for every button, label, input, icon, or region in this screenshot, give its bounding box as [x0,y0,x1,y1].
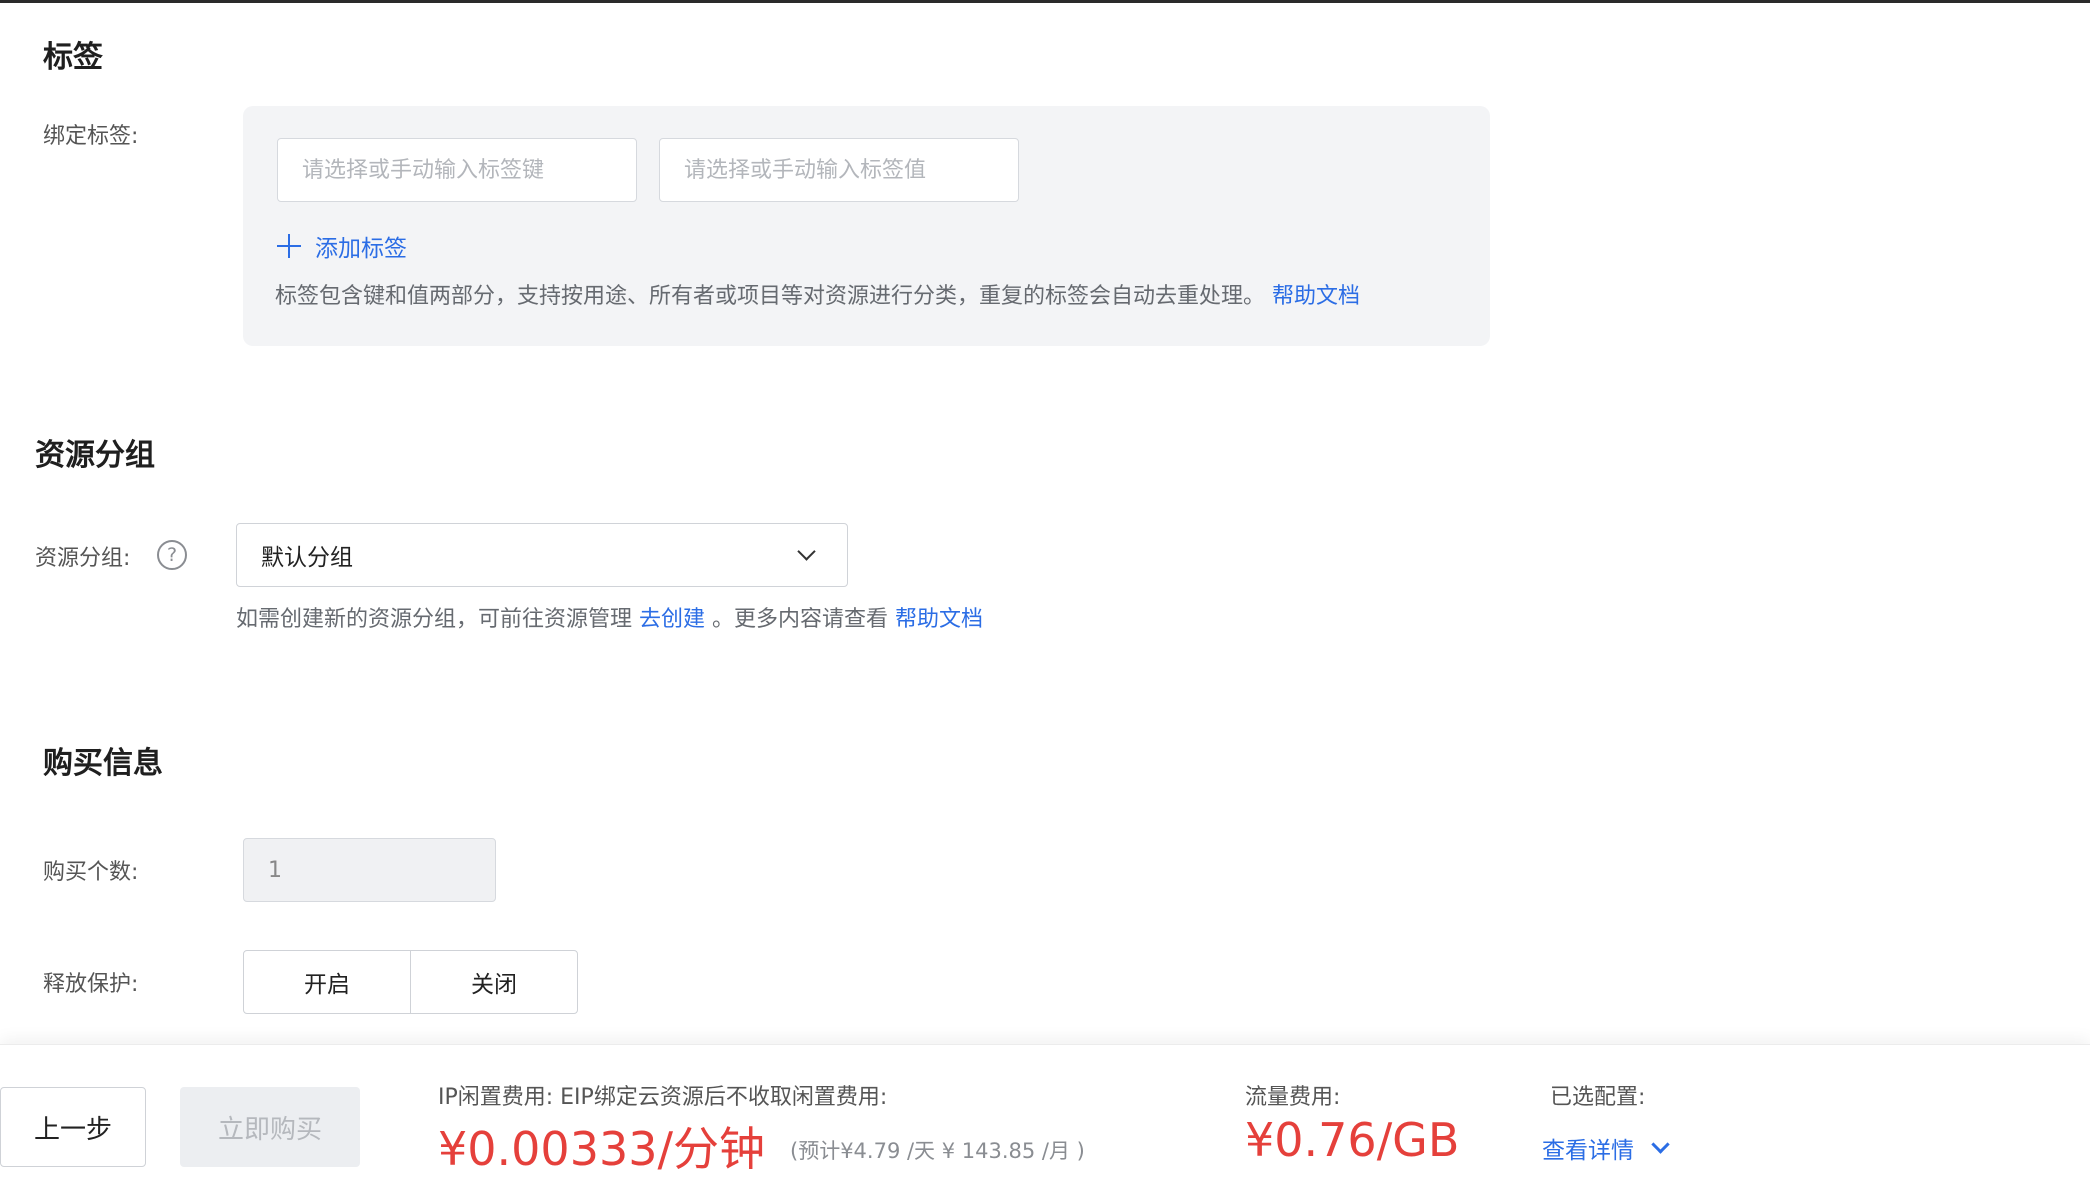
resource-group-section-title: 资源分组 [35,438,155,473]
release-protection-on-button[interactable]: 开启 [244,951,410,1013]
traffic-fee-price: ¥0.76/GB [1245,1113,1460,1167]
release-protection-label: 释放保护: [43,972,139,997]
quantity-label: 购买个数: [43,860,139,885]
chevron-down-icon [797,541,816,561]
add-tag-label: 添加标签 [315,236,407,262]
idle-fee-price: ¥0.00333/分钟 [438,1122,765,1176]
buy-now-button[interactable]: 立即购买 [180,1087,360,1167]
purchase-config-page: 标签 绑定标签: 添加标签 标签包含键和值两部分，支持按用途、所有者或项目等对资… [0,0,2090,1202]
tag-editor-panel: 添加标签 标签包含键和值两部分，支持按用途、所有者或项目等对资源进行分类，重复的… [243,106,1490,346]
release-protection-toggle: 开启 关闭 [243,950,578,1014]
tag-description-text: 标签包含键和值两部分，支持按用途、所有者或项目等对资源进行分类，重复的标签会自动… [275,284,1266,309]
add-tag-button[interactable]: 添加标签 [277,226,407,266]
resource-group-select[interactable]: 默认分组 [236,523,848,587]
chevron-down-icon [1651,1134,1670,1154]
purchase-info-section-title: 购买信息 [43,746,163,781]
previous-step-button[interactable]: 上一步 [0,1087,146,1167]
create-resource-group-link[interactable]: 去创建 [639,607,705,632]
resource-group-hint-prefix: 如需创建新的资源分组，可前往资源管理 [236,607,633,632]
tag-description: 标签包含键和值两部分，支持按用途、所有者或项目等对资源进行分类，重复的标签会自动… [275,278,1360,310]
tags-section-title: 标签 [43,40,103,75]
tag-key-input[interactable] [277,138,637,202]
resource-group-selected-value: 默认分组 [261,545,353,571]
resource-group-hint-middle: 。更多内容请查看 [712,607,889,632]
quantity-input[interactable] [243,838,496,902]
selected-config-label: 已选配置: [1550,1085,1646,1110]
help-circle-icon[interactable]: ? [157,540,187,570]
resource-group-hint: 如需创建新的资源分组，可前往资源管理 去创建 。更多内容请查看 帮助文档 [236,601,983,633]
window-top-border [0,0,2090,3]
bind-tags-label: 绑定标签: [43,124,139,149]
idle-fee-label: IP闲置费用: EIP绑定云资源后不收取闲置费用: [438,1085,888,1110]
idle-fee-estimate: (预计¥4.79 /天 ¥ 143.85 /月 ) [790,1139,1085,1163]
resource-group-label: 资源分组: [35,546,131,571]
tag-value-input[interactable] [659,138,1019,202]
release-protection-off-button[interactable]: 关闭 [410,951,577,1013]
plus-icon [277,234,301,258]
view-details-label: 查看详情 [1542,1138,1634,1164]
purchase-footer-bar: 上一步 立即购买 IP闲置费用: EIP绑定云资源后不收取闲置费用: ¥0.00… [0,1044,2090,1202]
resource-group-help-doc-link[interactable]: 帮助文档 [895,607,983,632]
tag-help-doc-link[interactable]: 帮助文档 [1272,284,1360,309]
view-details-link[interactable]: 查看详情 [1542,1131,1670,1165]
traffic-fee-label: 流量费用: [1245,1085,1341,1110]
